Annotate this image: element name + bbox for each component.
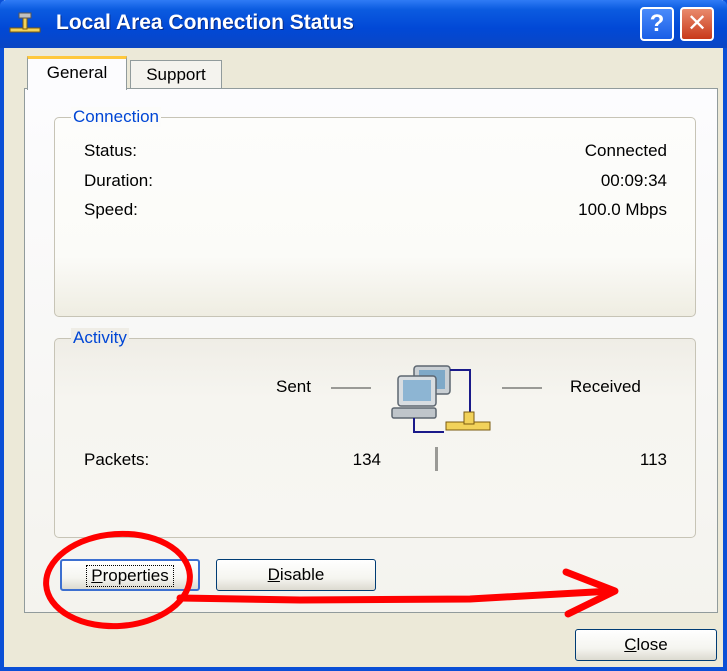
network-connection-icon: [9, 12, 41, 33]
network-computers-icon: [391, 365, 491, 433]
status-value: Connected: [584, 141, 667, 160]
window-title: Local Area Connection Status: [56, 11, 354, 34]
properties-button-label: Properties: [86, 565, 174, 587]
title-bar[interactable]: Local Area Connection Status ? ✕: [0, 0, 727, 48]
tab-support[interactable]: Support: [130, 60, 222, 90]
speed-value: 100.0 Mbps: [578, 200, 667, 219]
received-label: Received: [570, 377, 641, 396]
close-window-button[interactable]: ✕: [680, 7, 714, 41]
packets-received-value: 113: [639, 450, 667, 469]
received-line: [502, 387, 542, 389]
help-button[interactable]: ?: [640, 7, 674, 41]
activity-legend: Activity: [71, 328, 129, 348]
status-label: Status:: [84, 141, 137, 160]
disable-button[interactable]: Disable: [216, 559, 376, 591]
properties-button[interactable]: Properties: [60, 559, 200, 591]
duration-value: 00:09:34: [600, 171, 667, 190]
connection-legend: Connection: [71, 107, 162, 127]
activity-group: Activity: [54, 328, 696, 538]
status-dialog: Local Area Connection Status ? ✕ General…: [0, 0, 727, 671]
sent-label: Sent: [276, 377, 311, 396]
duration-label: Duration:: [84, 171, 153, 190]
sent-line: [331, 387, 371, 389]
packets-sent-value: 134: [352, 450, 381, 469]
packets-label: Packets:: [84, 450, 150, 469]
speed-label: Speed:: [84, 200, 138, 219]
close-button[interactable]: Close: [575, 629, 717, 661]
packets-divider: [435, 447, 438, 471]
tab-general[interactable]: General: [27, 56, 127, 90]
